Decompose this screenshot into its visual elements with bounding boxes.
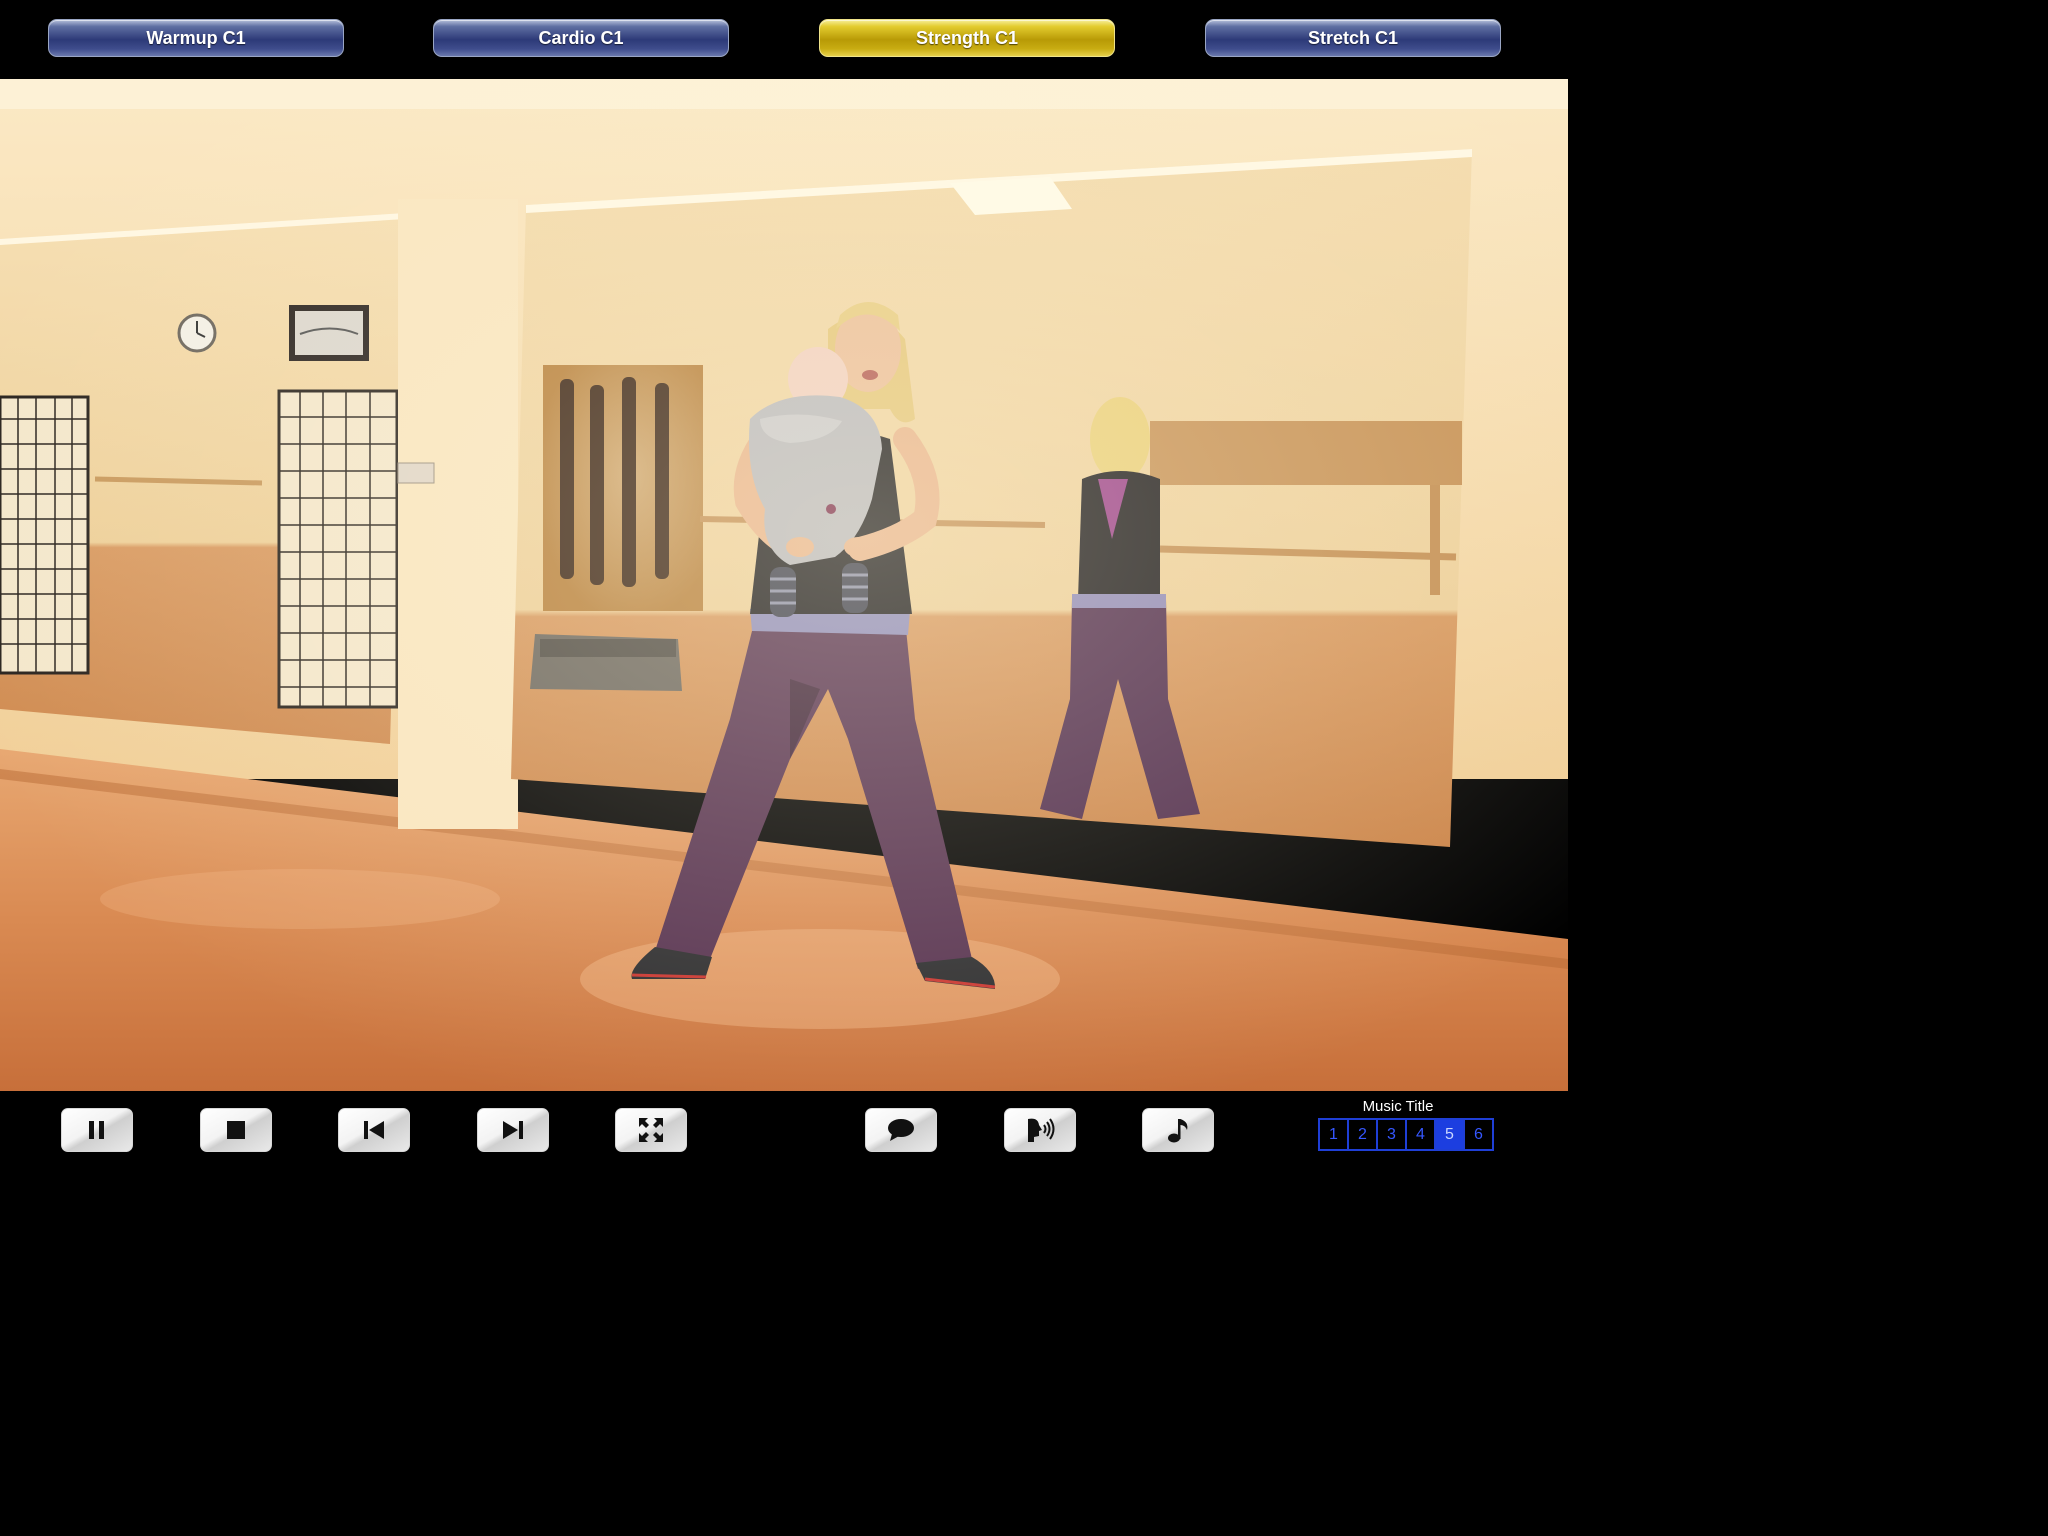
stop-button[interactable] bbox=[200, 1108, 272, 1152]
previous-button[interactable] bbox=[338, 1108, 410, 1152]
stop-icon bbox=[227, 1121, 245, 1139]
speaking-head-icon bbox=[1028, 1118, 1055, 1142]
fullscreen-icon bbox=[639, 1118, 663, 1142]
fullscreen-button[interactable] bbox=[615, 1108, 687, 1152]
video-frame bbox=[0, 79, 1568, 1091]
music-note-icon bbox=[1168, 1119, 1188, 1143]
music-track-1[interactable]: 1 bbox=[1318, 1118, 1349, 1151]
music-track-selector: 1 2 3 4 5 6 bbox=[1318, 1118, 1494, 1151]
music-track-4[interactable]: 4 bbox=[1405, 1118, 1436, 1151]
pause-icon bbox=[89, 1121, 104, 1139]
music-track-2[interactable]: 2 bbox=[1347, 1118, 1378, 1151]
tab-warmup[interactable]: Warmup C1 bbox=[48, 19, 344, 57]
music-track-5[interactable]: 5 bbox=[1434, 1118, 1465, 1151]
tab-cardio[interactable]: Cardio C1 bbox=[433, 19, 729, 57]
music-track-3[interactable]: 3 bbox=[1376, 1118, 1407, 1151]
music-title-label: Music Title bbox=[1362, 1098, 1434, 1115]
music-track-6[interactable]: 6 bbox=[1463, 1118, 1494, 1151]
category-bar: Warmup C1 Cardio C1 Strength C1 Stretch … bbox=[0, 0, 1568, 79]
subtitles-button[interactable] bbox=[865, 1108, 937, 1152]
skip-forward-icon bbox=[503, 1121, 523, 1139]
pause-button[interactable] bbox=[61, 1108, 133, 1152]
video-player[interactable] bbox=[0, 79, 1568, 1091]
next-button[interactable] bbox=[477, 1108, 549, 1152]
tab-stretch[interactable]: Stretch C1 bbox=[1205, 19, 1501, 57]
speech-bubble-icon bbox=[888, 1119, 914, 1141]
music-button[interactable] bbox=[1142, 1108, 1214, 1152]
tab-strength[interactable]: Strength C1 bbox=[819, 19, 1115, 57]
skip-back-icon bbox=[364, 1121, 384, 1139]
voice-button[interactable] bbox=[1004, 1108, 1076, 1152]
